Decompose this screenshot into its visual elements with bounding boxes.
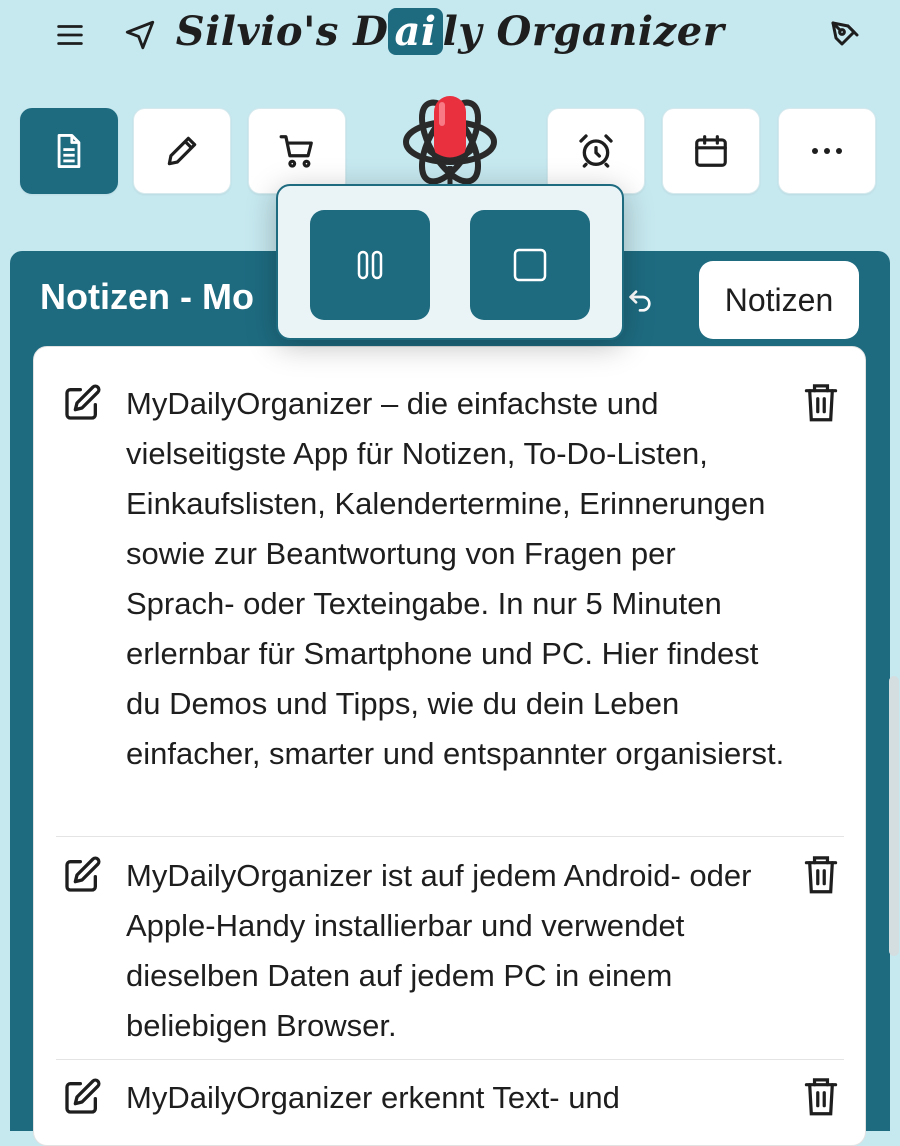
- alarm-clock-icon: [579, 134, 613, 168]
- app-header: Silvio's Dai ly Organizer: [0, 0, 900, 70]
- todo-tab-button[interactable]: [133, 108, 231, 194]
- trash-icon[interactable]: [801, 381, 841, 423]
- pencil-icon: [167, 136, 197, 166]
- voice-assistant-mic-icon[interactable]: [392, 88, 508, 196]
- notes-category-button[interactable]: Notizen: [699, 261, 859, 339]
- calendar-icon: [695, 135, 727, 167]
- note-divider: [56, 1059, 844, 1060]
- notes-tab-button[interactable]: [20, 108, 118, 194]
- pen-tool-icon: [831, 21, 859, 46]
- pause-icon: [357, 250, 383, 280]
- scrollbar[interactable]: [889, 676, 899, 956]
- note-text[interactable]: MyDailyOrganizer – die einfachste und vi…: [126, 379, 791, 779]
- recording-controls-popup: [276, 184, 624, 340]
- note-divider: [56, 836, 844, 837]
- calendar-tab-button[interactable]: [662, 108, 760, 194]
- edit-icon[interactable]: [62, 383, 102, 423]
- pause-recording-button[interactable]: [310, 210, 430, 320]
- more-horizontal-icon: [812, 148, 842, 154]
- app-title-part-2: ly Organizer: [442, 8, 725, 55]
- app-title-ai-highlight: ai: [388, 8, 443, 55]
- panel-title: Notizen - Mo: [40, 276, 254, 317]
- app-title-part-1: Silvio's D: [175, 8, 389, 55]
- stop-icon: [513, 248, 547, 282]
- shopping-cart-icon: [279, 135, 313, 168]
- trash-icon[interactable]: [801, 1075, 841, 1117]
- edit-icon[interactable]: [62, 855, 102, 895]
- undo-icon: [629, 290, 651, 312]
- document-icon: [57, 134, 81, 168]
- shopping-tab-button[interactable]: [248, 108, 346, 194]
- alarm-tab-button[interactable]: [547, 108, 645, 194]
- notes-list: MyDailyOrganizer – die einfachste und vi…: [33, 346, 866, 1146]
- trash-icon[interactable]: [801, 853, 841, 895]
- stop-recording-button[interactable]: [470, 210, 590, 320]
- more-tab-button[interactable]: [778, 108, 876, 194]
- app-title: Silvio's Dai ly Organizer: [0, 8, 900, 55]
- note-text[interactable]: MyDailyOrganizer ist auf jedem Android- …: [126, 851, 791, 1051]
- edit-icon[interactable]: [62, 1077, 102, 1117]
- pen-tool-button[interactable]: [820, 10, 870, 60]
